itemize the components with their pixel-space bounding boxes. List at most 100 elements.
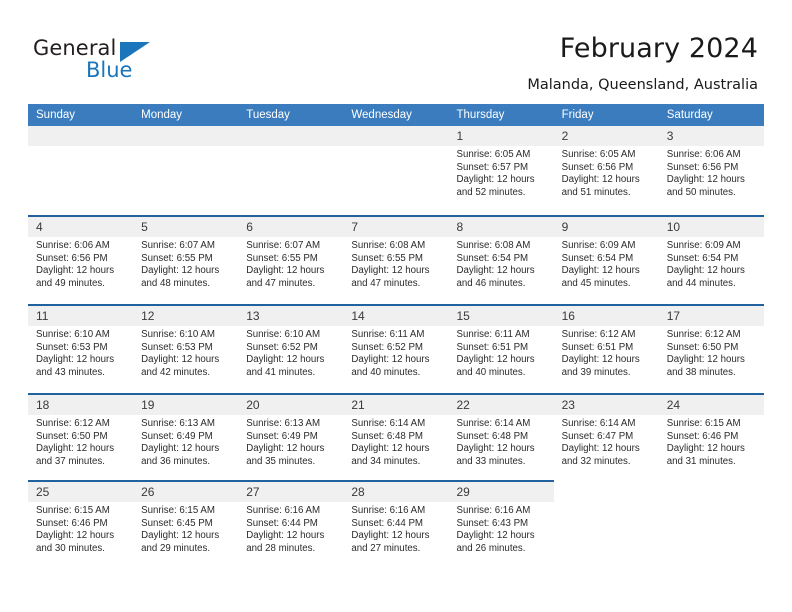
daylight-text: Daylight: 12 hours <box>141 265 220 277</box>
day-number: 14 <box>351 309 365 323</box>
day-details: Sunrise: 6:07 AM Sunset: 6:55 PM Daylight:… <box>238 237 343 290</box>
calendar-day-cell[interactable]: 8 Sunrise: 6:08 AM Sunset: 6:54 PM Daylight… <box>448 217 554 304</box>
calendar-day-cell[interactable]: 3 Sunrise: 6:06 AM Sunset: 6:56 PM Daylight… <box>658 126 764 215</box>
calendar-day-cell[interactable]: 22 Sunrise: 6:14 AM Sunset: 6:48 PM Dayligh… <box>448 395 554 482</box>
calendar-day-cell[interactable]: 2 Sunrise: 6:05 AM Sunset: 6:56 PM Daylight… <box>553 126 659 215</box>
sunset-text: Sunset: 6:52 PM <box>246 341 318 353</box>
day-number-strip: 12 <box>133 306 239 326</box>
calendar-day-cell[interactable]: 28 Sunrise: 6:16 AM Sunset: 6:44 PM Dayligh… <box>343 482 449 571</box>
day-number: 13 <box>246 309 260 323</box>
calendar-day-cell[interactable]: 7 Sunrise: 6:08 AM Sunset: 6:55 PM Daylight… <box>343 217 449 304</box>
day-number-strip <box>658 482 764 502</box>
day-number: 19 <box>141 398 155 412</box>
calendar-day-cell[interactable]: 13 Sunrise: 6:10 AM Sunset: 6:52 PM Dayligh… <box>238 306 344 393</box>
day-number: 8 <box>456 220 464 234</box>
calendar-week-row: 1 Sunrise: 6:05 AM Sunset: 6:57 PM Daylight… <box>28 126 764 215</box>
sunrise-text: Sunrise: 6:08 AM <box>456 240 531 251</box>
day-details: Sunrise: 6:15 AM Sunset: 6:46 PM Daylight:… <box>659 415 764 468</box>
daylight-text-cont: and 26 minutes. <box>456 542 526 554</box>
calendar-day-cell[interactable]: 26 Sunrise: 6:15 AM Sunset: 6:45 PM Dayligh… <box>133 482 239 571</box>
day-number-strip: 19 <box>133 395 239 415</box>
calendar-day-cell[interactable]: 10 Sunrise: 6:09 AM Sunset: 6:54 PM Dayligh… <box>658 217 764 304</box>
calendar-day-cell[interactable]: 16 Sunrise: 6:12 AM Sunset: 6:51 PM Dayligh… <box>553 306 659 393</box>
calendar-day-cell[interactable]: 4 Sunrise: 6:06 AM Sunset: 6:56 PM Daylight… <box>28 217 134 304</box>
day-number-strip: 27 <box>238 482 344 502</box>
sunrise-text: Sunrise: 6:15 AM <box>666 418 741 429</box>
day-number-strip: 5 <box>133 217 239 237</box>
calendar-day-cell[interactable]: 12 Sunrise: 6:10 AM Sunset: 6:53 PM Dayligh… <box>133 306 239 393</box>
sunset-text: Sunset: 6:46 PM <box>666 430 739 442</box>
calendar-day-cell[interactable]: 6 Sunrise: 6:07 AM Sunset: 6:55 PM Daylight… <box>238 217 344 304</box>
sunrise-text: Sunrise: 6:06 AM <box>666 149 741 160</box>
sunset-text: Sunset: 6:55 PM <box>246 252 318 264</box>
calendar-day-cell[interactable]: 9 Sunrise: 6:09 AM Sunset: 6:54 PM Daylight… <box>553 217 659 304</box>
calendar-day-cell[interactable]: 1 Sunrise: 6:05 AM Sunset: 6:57 PM Daylight… <box>448 126 554 215</box>
daylight-text: Daylight: 12 hours <box>561 354 640 366</box>
sunrise-text: Sunrise: 6:14 AM <box>351 418 426 429</box>
daylight-text-cont: and 49 minutes. <box>36 277 105 289</box>
sunrise-text: Sunrise: 6:05 AM <box>561 149 636 160</box>
calendar-day-cell[interactable]: 11 Sunrise: 6:10 AM Sunset: 6:53 PM Dayligh… <box>28 306 134 393</box>
calendar-day-cell[interactable]: 17 Sunrise: 6:12 AM Sunset: 6:50 PM Dayligh… <box>658 306 764 393</box>
day-number-strip: 28 <box>343 482 449 502</box>
daylight-text-cont: and 40 minutes. <box>351 366 421 378</box>
day-number: 9 <box>561 220 569 234</box>
calendar-day-cell[interactable]: 19 Sunrise: 6:13 AM Sunset: 6:49 PM Dayligh… <box>133 395 239 482</box>
daylight-text: Daylight: 12 hours <box>36 443 115 455</box>
general-blue-logo[interactable]: General Blue <box>33 36 233 90</box>
calendar-day-cell[interactable]: 5 Sunrise: 6:07 AM Sunset: 6:55 PM Daylight… <box>133 217 239 304</box>
daylight-text-cont: and 50 minutes. <box>666 186 736 198</box>
day-details: Sunrise: 6:15 AM Sunset: 6:45 PM Daylight:… <box>133 502 238 555</box>
weekday-header-friday: Friday <box>561 109 594 121</box>
daylight-text-cont: and 35 minutes. <box>246 455 316 467</box>
day-details: Sunrise: 6:06 AM Sunset: 6:56 PM Daylight:… <box>28 237 133 290</box>
sunrise-text: Sunrise: 6:11 AM <box>456 329 530 340</box>
daylight-text-cont: and 28 minutes. <box>246 542 316 554</box>
day-number-strip <box>238 126 344 146</box>
day-details: Sunrise: 6:12 AM Sunset: 6:51 PM Daylight:… <box>554 326 659 379</box>
sunrise-text: Sunrise: 6:12 AM <box>36 418 110 429</box>
calendar-day-cell[interactable]: 29 Sunrise: 6:16 AM Sunset: 6:43 PM Dayligh… <box>448 482 554 571</box>
sunrise-text: Sunrise: 6:16 AM <box>351 505 426 516</box>
calendar-day-cell[interactable]: 14 Sunrise: 6:11 AM Sunset: 6:52 PM Dayligh… <box>343 306 449 393</box>
calendar-day-cell[interactable]: 23 Sunrise: 6:14 AM Sunset: 6:47 PM Dayligh… <box>553 395 659 482</box>
calendar-day-cell[interactable]: 20 Sunrise: 6:13 AM Sunset: 6:49 PM Dayligh… <box>238 395 344 482</box>
day-number: 22 <box>456 398 470 412</box>
day-number-strip: 2 <box>553 126 659 146</box>
daylight-text: Daylight: 12 hours <box>36 265 115 277</box>
daylight-text: Daylight: 12 hours <box>141 443 220 455</box>
day-number-strip: 7 <box>343 217 449 237</box>
daylight-text: Daylight: 12 hours <box>456 530 535 542</box>
day-details: Sunrise: 6:11 AM Sunset: 6:51 PM Daylight:… <box>449 326 554 379</box>
daylight-text-cont: and 52 minutes. <box>456 186 526 198</box>
daylight-text-cont: and 31 minutes. <box>666 455 736 467</box>
calendar-day-cell[interactable]: 27 Sunrise: 6:16 AM Sunset: 6:44 PM Dayligh… <box>238 482 344 571</box>
daylight-text: Daylight: 12 hours <box>246 443 325 455</box>
day-number-strip <box>343 126 449 146</box>
sunset-text: Sunset: 6:51 PM <box>456 341 529 353</box>
day-number: 1 <box>456 129 464 143</box>
sunrise-text: Sunrise: 6:10 AM <box>246 329 321 340</box>
day-number: 28 <box>351 485 365 499</box>
day-number-strip: 25 <box>28 482 134 502</box>
calendar-day-cell[interactable]: 24 Sunrise: 6:15 AM Sunset: 6:46 PM Dayligh… <box>658 395 764 482</box>
day-number-strip: 26 <box>133 482 239 502</box>
sunset-text: Sunset: 6:56 PM <box>561 161 634 173</box>
calendar-empty-cell <box>553 482 659 571</box>
daylight-text-cont: and 38 minutes. <box>666 366 736 378</box>
day-number: 21 <box>351 398 365 412</box>
day-details: Sunrise: 6:09 AM Sunset: 6:54 PM Daylight:… <box>554 237 659 290</box>
calendar-day-cell[interactable]: 21 Sunrise: 6:14 AM Sunset: 6:48 PM Dayligh… <box>343 395 449 482</box>
sunrise-text: Sunrise: 6:14 AM <box>456 418 531 429</box>
week-divider-rule <box>28 480 554 482</box>
calendar-day-cell[interactable]: 15 Sunrise: 6:11 AM Sunset: 6:51 PM Dayligh… <box>448 306 554 393</box>
daylight-text: Daylight: 12 hours <box>351 265 430 277</box>
calendar-day-cell[interactable]: 18 Sunrise: 6:12 AM Sunset: 6:50 PM Dayligh… <box>28 395 134 482</box>
daylight-text: Daylight: 12 hours <box>456 443 535 455</box>
daylight-text-cont: and 43 minutes. <box>36 366 105 378</box>
day-details: Sunrise: 6:10 AM Sunset: 6:53 PM Daylight:… <box>28 326 133 379</box>
day-number-strip: 6 <box>238 217 344 237</box>
daylight-text-cont: and 37 minutes. <box>36 455 105 467</box>
calendar-day-cell[interactable]: 25 Sunrise: 6:15 AM Sunset: 6:46 PM Dayligh… <box>28 482 134 571</box>
sunset-text: Sunset: 6:50 PM <box>36 430 108 442</box>
